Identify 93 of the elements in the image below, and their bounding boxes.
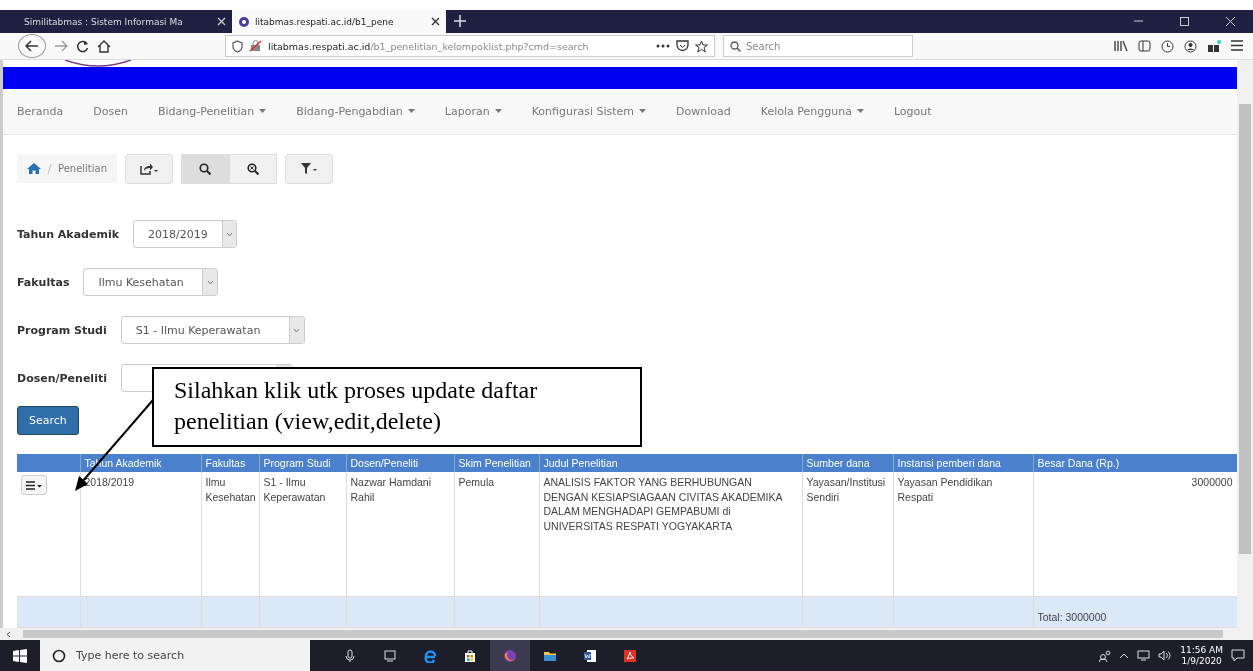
home-icon[interactable] bbox=[97, 39, 111, 53]
export-icon[interactable] bbox=[140, 162, 159, 175]
taskbar-search-field[interactable]: Type here to search bbox=[40, 640, 310, 671]
volume-icon[interactable] bbox=[1158, 650, 1173, 661]
filter-icon[interactable] bbox=[301, 163, 318, 174]
table-cell: Yayasan Pendidikan Respati bbox=[893, 472, 1033, 597]
gift-icon[interactable] bbox=[1207, 39, 1221, 53]
microphone-icon[interactable] bbox=[343, 648, 357, 663]
forward-arrow-icon[interactable] bbox=[54, 40, 68, 52]
zoom-cancel-icon[interactable] bbox=[247, 162, 260, 175]
column-header[interactable]: Skim Penelitian bbox=[454, 454, 539, 472]
column-header[interactable]: Dosen/Peneliti bbox=[346, 454, 454, 472]
menu-item[interactable]: Logout bbox=[893, 104, 932, 118]
scrollbar-thumb[interactable] bbox=[23, 630, 1223, 638]
back-arrow-icon[interactable] bbox=[25, 40, 39, 52]
browser-e-icon[interactable] bbox=[423, 648, 437, 663]
library-icon[interactable] bbox=[1114, 39, 1128, 52]
pocket-icon[interactable] bbox=[676, 40, 689, 52]
windows-icon bbox=[13, 648, 27, 663]
chevron-down-icon bbox=[225, 231, 233, 237]
caret-down-icon bbox=[639, 109, 647, 114]
menu-item[interactable]: Kelola Pengguna bbox=[760, 104, 864, 118]
column-header[interactable]: Sumber dana bbox=[802, 454, 893, 472]
more-icon[interactable] bbox=[656, 44, 670, 48]
dropdown-field[interactable]: 2018/2019 bbox=[132, 220, 237, 248]
menu-item[interactable]: Download bbox=[676, 104, 731, 118]
scrollbar-thumb[interactable] bbox=[1239, 104, 1251, 554]
table-cell: Pemula bbox=[454, 472, 539, 597]
dropdown-field[interactable]: S1 - Ilmu Keperawatan bbox=[120, 316, 305, 344]
account-icon[interactable] bbox=[1184, 39, 1197, 53]
table-cell: Yayasan/Institusi Sendiri bbox=[802, 472, 893, 597]
fox-globe-icon[interactable] bbox=[503, 648, 517, 663]
field-label: Fakultas bbox=[17, 275, 70, 289]
caret-down-icon bbox=[856, 109, 864, 114]
column-header[interactable]: Instansi pemberi dana bbox=[893, 454, 1033, 472]
menu-item[interactable]: Laporan bbox=[444, 104, 502, 118]
chevron-up-icon[interactable] bbox=[1119, 652, 1130, 659]
column-header[interactable]: Fakultas bbox=[201, 454, 259, 472]
clock-time[interactable]: 11:56 AM bbox=[1180, 644, 1223, 656]
field-label: Dosen/Peneliti bbox=[17, 371, 107, 385]
shield-icon bbox=[232, 39, 243, 53]
table-cell: Nazwar Hamdani Rahil bbox=[346, 472, 454, 597]
table-cell: S1 - Ilmu Keperawatan bbox=[259, 472, 346, 597]
clock-date[interactable]: 1/9/2020 bbox=[1181, 655, 1222, 667]
network-icon[interactable] bbox=[1137, 650, 1151, 661]
menu-item[interactable]: Konfigurasi Sistem bbox=[531, 104, 647, 118]
star-icon[interactable] bbox=[695, 39, 708, 53]
table-cell: Ilmu Kesehatan bbox=[201, 472, 259, 597]
circle-icon bbox=[52, 648, 66, 663]
dropdown-field[interactable]: Ilmu Kesehatan bbox=[83, 268, 219, 296]
field-label: Program Studi bbox=[17, 323, 107, 337]
column-header[interactable]: Judul Penelitian bbox=[539, 454, 802, 472]
menu-item[interactable]: Bidang-Pengabdian bbox=[296, 104, 415, 118]
menu-item[interactable]: Dosen bbox=[93, 104, 128, 118]
search-field[interactable]: Search bbox=[723, 35, 913, 57]
shopping-bag-icon[interactable] bbox=[463, 648, 477, 663]
menu-item[interactable]: Bidang-Penelitian bbox=[157, 104, 267, 118]
chevron-down-icon bbox=[206, 279, 214, 285]
breadcrumb-link[interactable]: Penelitian bbox=[58, 163, 108, 174]
reload-icon[interactable] bbox=[76, 39, 89, 53]
search-button[interactable]: Search bbox=[17, 406, 79, 435]
clock-icon[interactable] bbox=[1161, 39, 1174, 53]
total-cell: Total: 3000000 bbox=[1033, 596, 1237, 628]
table-cell: ANALISIS FAKTOR YANG BERHUBUNGAN DENGAN KESIAPSIAGAAN CIVITAS AKADEMIKA DALAM MENGHADAPI GEMPABUMI di UNIVERSITAS RESPATI YOGYAKARTA bbox=[539, 472, 802, 597]
browser-tab[interactable]: Similitabmas : Sistem Informasi Ma bbox=[18, 10, 232, 33]
maximize-icon[interactable] bbox=[1178, 16, 1190, 27]
sidebar-icon[interactable] bbox=[1138, 39, 1151, 52]
field-label: Tahun Akademik bbox=[17, 227, 119, 241]
slash-divider-icon bbox=[47, 163, 52, 174]
plus-icon[interactable] bbox=[454, 14, 466, 27]
row-actions-button[interactable] bbox=[21, 475, 47, 495]
caret-down-icon bbox=[407, 109, 415, 114]
column-header[interactable]: Besar Dana (Rp.) bbox=[1033, 454, 1237, 472]
caret-down-icon bbox=[494, 109, 502, 114]
globe-icon bbox=[238, 15, 250, 28]
search-icon bbox=[730, 40, 741, 52]
search-icon[interactable] bbox=[199, 162, 212, 175]
task-view-icon[interactable] bbox=[383, 648, 397, 663]
browser-tab[interactable]: litabmas.respati.ac.id/b1_pene bbox=[232, 10, 446, 33]
menu-icon[interactable] bbox=[1231, 39, 1243, 51]
document-w-icon[interactable] bbox=[583, 648, 597, 663]
scroll-left-icon[interactable] bbox=[6, 630, 11, 638]
callout-tooltip: Silahkan klik utk proses update daftar penelitian (view,edit,delete) bbox=[152, 367, 642, 447]
menu-caret-icon bbox=[26, 480, 42, 490]
logo-edge-drawing bbox=[63, 60, 133, 67]
people-icon[interactable] bbox=[1099, 649, 1112, 662]
caret-down-icon bbox=[259, 109, 267, 114]
close-icon[interactable] bbox=[431, 17, 440, 26]
chevron-down-icon bbox=[293, 327, 301, 333]
menu-item[interactable]: Beranda bbox=[17, 104, 64, 118]
column-header[interactable]: Program Studi bbox=[259, 454, 346, 472]
lock-crossed-icon bbox=[249, 40, 262, 52]
notification-icon[interactable] bbox=[1231, 649, 1245, 662]
